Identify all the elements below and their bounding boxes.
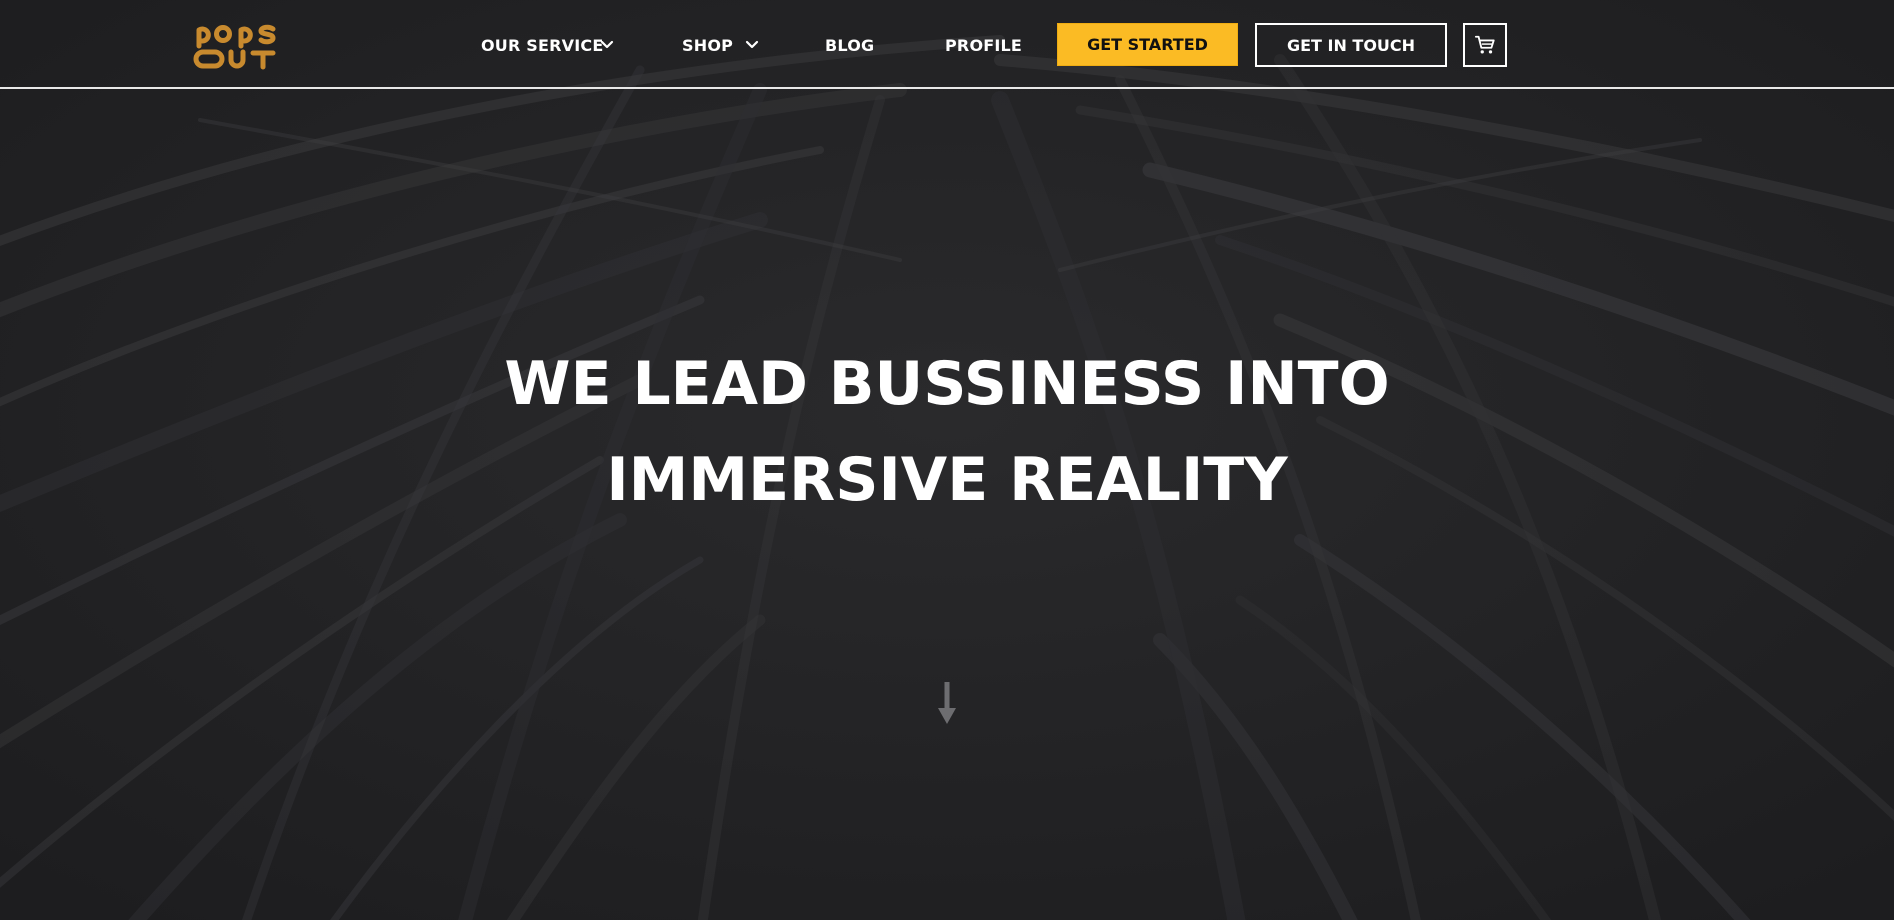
- top-navigation-bar: OUR SERVICE SHOP BLOG PROFILE GET STARTE…: [0, 0, 1894, 89]
- get-in-touch-button[interactable]: GET IN TOUCH: [1255, 23, 1447, 67]
- cart-icon: [1474, 35, 1495, 54]
- landing-page: OUR SERVICE SHOP BLOG PROFILE GET STARTE…: [0, 0, 1894, 920]
- hero-heading-line-2: IMMERSIVE REALITY: [606, 445, 1288, 515]
- logo-mark: [193, 24, 276, 70]
- chevron-down-icon[interactable]: [745, 38, 759, 52]
- hero-heading: WE LEAD BUSSINESS INTO IMMERSIVE REALITY: [447, 336, 1447, 528]
- hero-heading-line-1: WE LEAD BUSSINESS INTO: [504, 349, 1390, 419]
- cart-button[interactable]: [1463, 23, 1507, 67]
- nav-item-profile[interactable]: PROFILE: [945, 36, 1022, 56]
- nav-item-blog[interactable]: BLOG: [825, 36, 874, 56]
- chevron-down-icon[interactable]: [600, 38, 614, 52]
- brand-logo[interactable]: [193, 20, 279, 70]
- get-started-button[interactable]: GET STARTED: [1057, 23, 1238, 66]
- nav-item-shop[interactable]: SHOP: [682, 36, 733, 56]
- nav-item-our-service[interactable]: OUR SERVICE: [481, 36, 603, 56]
- arrow-down-icon[interactable]: [936, 680, 958, 726]
